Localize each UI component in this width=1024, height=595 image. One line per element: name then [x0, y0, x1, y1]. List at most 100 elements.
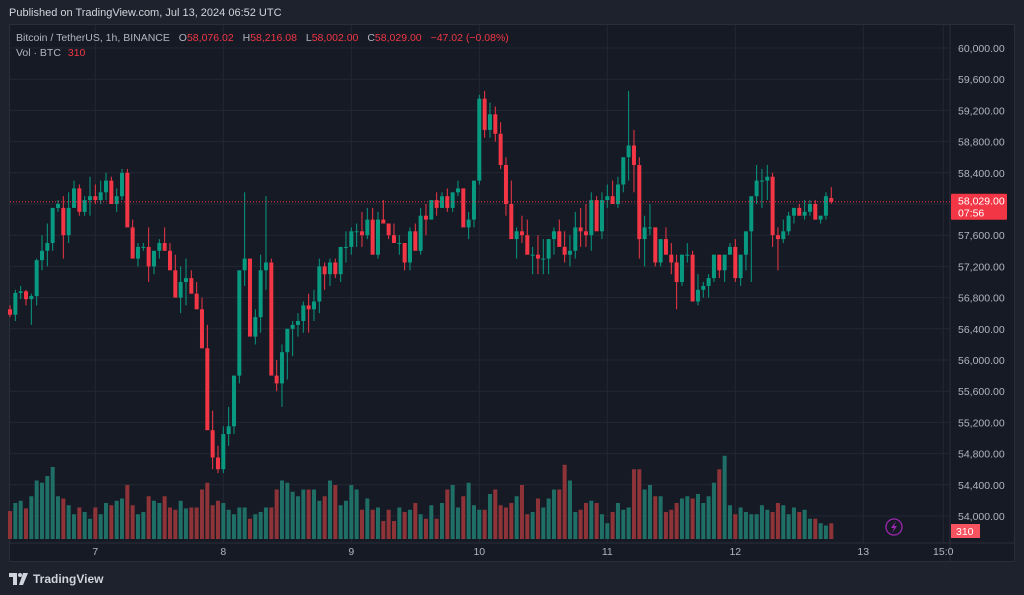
volume-bar: [594, 503, 599, 539]
candle-body: [514, 231, 519, 240]
candle-body: [125, 172, 130, 228]
candle-body: [87, 196, 92, 201]
volume-bar: [71, 514, 76, 539]
volume-bar: [589, 500, 594, 539]
candle-body: [247, 258, 252, 337]
candle-body: [135, 246, 140, 259]
candle-body: [205, 348, 210, 431]
candle-body: [71, 188, 76, 208]
candle-body: [578, 227, 583, 232]
candle-body: [386, 223, 391, 236]
candle-body: [39, 250, 44, 261]
time-axis[interactable]: 7 8 9 10 11 12 13 15:0: [92, 546, 953, 558]
volume-bar: [637, 469, 642, 539]
candle-body: [215, 457, 220, 470]
volume-bar: [775, 503, 780, 539]
grid-lines: [10, 25, 1015, 562]
candle-body: [231, 375, 236, 427]
candle-body: [493, 114, 498, 134]
lightning-icon[interactable]: [885, 518, 903, 536]
volume-bar: [605, 523, 610, 539]
volume-bar: [631, 469, 636, 539]
volume-bar: [546, 498, 551, 539]
candle-body: [141, 246, 146, 248]
candle-body: [189, 278, 194, 294]
price-badge: 58,029.00 07:56: [951, 193, 1007, 220]
candle-body: [823, 196, 828, 216]
candle-body: [461, 188, 466, 228]
volume-bar: [119, 498, 124, 539]
volume-bar: [402, 512, 407, 539]
candle-body: [829, 198, 834, 202]
volume-bar: [39, 482, 44, 539]
time-tick-label: 7: [92, 546, 98, 558]
volume-bar: [381, 521, 386, 539]
candle-body: [397, 243, 402, 244]
price-tick-label: 59,200.00: [958, 105, 1005, 117]
candle-body: [45, 243, 50, 251]
volume-bar: [66, 505, 71, 539]
volume-bar: [205, 482, 210, 539]
symbol-title[interactable]: Bitcoin / TetherUS, 1h, BINANCE: [16, 32, 170, 44]
volume-bar: [781, 505, 786, 539]
candle-body: [162, 243, 167, 251]
candle-body: [173, 270, 178, 298]
candle-body: [306, 305, 311, 310]
volume-bar: [535, 498, 540, 539]
candle-body: [738, 254, 743, 279]
volume-bar: [439, 503, 444, 539]
candle-body: [151, 250, 156, 267]
volume-bar: [599, 514, 604, 539]
volume-bar: [125, 485, 130, 539]
volume-bar: [615, 503, 620, 539]
volume-bar: [103, 503, 108, 539]
volume-bar: [162, 496, 167, 539]
volume-bar: [45, 476, 50, 539]
volume-bar: [701, 503, 706, 539]
candle-body: [199, 309, 204, 349]
candle-body: [663, 239, 668, 255]
time-tick-label: 9: [348, 546, 354, 558]
candle-body: [791, 207, 796, 216]
price-tick-label: 60,000.00: [958, 43, 1005, 55]
volume-label[interactable]: Vol · BTC: [16, 47, 61, 59]
volume-bar: [674, 503, 679, 539]
volume-bar: [151, 500, 156, 539]
candle-body: [381, 219, 386, 224]
candle-body: [482, 98, 487, 130]
price-tick-label: 54,000.00: [958, 511, 1005, 523]
price-tick-label: 56,400.00: [958, 324, 1005, 336]
volume-bar: [525, 514, 530, 539]
candle-body: [18, 291, 23, 293]
candle-body: [279, 352, 284, 384]
volume-bar: [343, 500, 348, 539]
volume-bar: [727, 505, 732, 539]
volume-bar: [770, 512, 775, 539]
volume-bar: [157, 503, 162, 539]
volume-bar: [349, 485, 354, 539]
candle-body: [471, 180, 476, 220]
volume-bar: [482, 509, 487, 539]
candle-body: [701, 285, 706, 290]
volume-bar: [722, 455, 727, 539]
volume-bar: [386, 509, 391, 539]
volume-bar: [178, 500, 183, 539]
volume-bar: [55, 496, 60, 539]
tradingview-logo[interactable]: TradingView: [9, 572, 103, 586]
volume-bar: [82, 512, 87, 539]
price-axis[interactable]: 60,000.00 59,600.00 59,200.00 58,800.00 58,4…: [958, 43, 1005, 523]
candle-body: [583, 231, 588, 236]
volume-bar: [685, 496, 690, 539]
candle-body: [253, 317, 258, 337]
volume-bar: [18, 500, 23, 539]
volume-bar: [573, 512, 578, 539]
volume-bar: [269, 507, 274, 539]
volume-bar: [557, 489, 562, 539]
volume-bars: [8, 455, 834, 539]
candle-body: [562, 246, 567, 255]
chart-canvas[interactable]: 60,000.00 59,600.00 59,200.00 58,800.00 58,4…: [0, 0, 1024, 595]
volume-bar: [263, 507, 268, 539]
candle-body: [130, 227, 135, 259]
volume-bar: [626, 507, 631, 539]
volume-bar: [658, 496, 663, 539]
